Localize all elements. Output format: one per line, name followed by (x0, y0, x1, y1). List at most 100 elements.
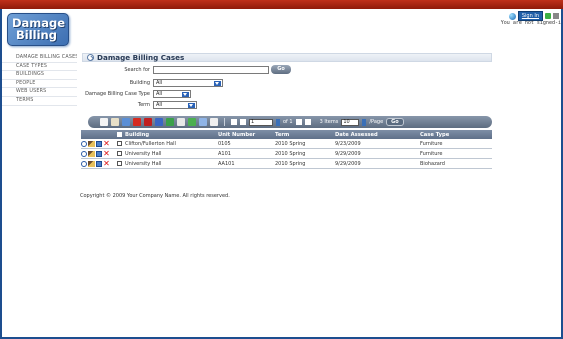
sidebar-item-damage-billing-cases[interactable]: DAMAGE BILLING CASES (2, 54, 77, 63)
header-unit[interactable]: Unit Number (218, 132, 275, 138)
chevron-down-icon (214, 81, 221, 86)
search-input[interactable] (153, 66, 269, 74)
row-building: Clifton/Fullerton Hall (125, 140, 176, 147)
previous-page-icon[interactable] (240, 119, 246, 125)
row-date: 9/23/2009 (335, 140, 361, 147)
row-checkbox[interactable] (117, 141, 122, 146)
delete-icon[interactable]: ✕ (103, 140, 110, 148)
row-checkbox[interactable] (117, 161, 122, 166)
row-type: Biohazard (420, 160, 445, 167)
toolbar-actions (88, 118, 218, 126)
grid-toolbar: 1 of 1 3 Items 10 /Page Go (88, 116, 492, 128)
sidebar-item-people[interactable]: PEOPLE (2, 80, 77, 89)
row-unit: A101 (218, 150, 231, 157)
per-page-label: /Page (369, 119, 384, 125)
table-row: ✕ Clifton/Fullerton Hall 0105 2010 Sprin… (81, 139, 492, 149)
copy-record-icon[interactable] (122, 118, 130, 126)
row-actions: ✕ (81, 160, 117, 168)
search-label: Search for (124, 67, 150, 73)
view-icon[interactable] (81, 160, 87, 167)
pager-go-button[interactable]: Go (386, 118, 404, 126)
import-icon[interactable] (188, 118, 196, 126)
row-building-cell: University Hall (117, 151, 218, 157)
pager: 1 of 1 3 Items 10 /Page Go (231, 118, 404, 126)
new-record-icon[interactable] (100, 118, 108, 126)
excel-export-icon[interactable] (166, 118, 174, 126)
chevron-down-icon (182, 92, 189, 97)
case-type-label: Damage Billing Case Type (85, 91, 150, 97)
header-type[interactable]: Case Type (420, 132, 492, 138)
last-page-icon[interactable] (304, 119, 311, 125)
edit-icon[interactable] (88, 140, 95, 147)
edit-icon[interactable] (88, 150, 95, 157)
lock-icon (553, 13, 559, 19)
term-select-value: All (156, 102, 163, 108)
term-select[interactable]: All (153, 101, 197, 109)
first-page-icon[interactable] (231, 119, 237, 125)
view-icon[interactable] (81, 140, 87, 147)
top-banner (0, 0, 563, 9)
copy-icon[interactable] (96, 150, 102, 157)
row-term: 2010 Spring (275, 160, 306, 167)
header-building-cell: Building (117, 132, 218, 138)
edit-icon[interactable] (88, 160, 95, 167)
building-select[interactable]: All (153, 79, 223, 87)
edit-record-icon[interactable] (111, 118, 119, 126)
row-type: Furniture (420, 140, 443, 147)
copy-icon[interactable] (96, 140, 102, 147)
refresh-icon[interactable] (199, 118, 207, 126)
app-logo: Damage Billing (7, 13, 69, 46)
row-building: University Hall (125, 160, 162, 167)
header-date[interactable]: Date Assessed (335, 132, 420, 138)
main-content: Damage Billing Cases (82, 53, 492, 62)
case-type-select-value: All (156, 91, 163, 97)
building-select-value: All (156, 80, 163, 86)
sidebar-item-terms[interactable]: TERMS (2, 97, 77, 106)
table-header: Building Unit Number Term Date Assessed … (81, 130, 492, 139)
header-building[interactable]: Building (125, 132, 149, 138)
copy-icon[interactable] (96, 160, 102, 167)
logo-line-2: Billing (16, 28, 57, 42)
sidebar-item-buildings[interactable]: BUILDINGS (2, 71, 77, 80)
print-icon[interactable] (177, 118, 185, 126)
next-page-icon[interactable] (295, 119, 302, 125)
pdf-export-icon[interactable] (144, 118, 152, 126)
case-type-filter-row: Damage Billing Case Type All (82, 90, 191, 98)
collapse-icon[interactable] (87, 54, 94, 61)
page-size-input[interactable]: 10 (341, 118, 360, 126)
page-title: Damage Billing Cases (97, 53, 185, 62)
cases-table: Building Unit Number Term Date Assessed … (81, 130, 492, 169)
item-count-label: 3 Items (319, 119, 339, 125)
search-go-button[interactable]: Go (271, 65, 291, 74)
sidebar-item-web-users[interactable]: WEB USERS (2, 88, 77, 97)
page-size-spinner[interactable] (362, 118, 367, 126)
sidebar-item-case-types[interactable]: CASE TYPES (2, 63, 77, 72)
row-actions: ✕ (81, 140, 117, 148)
reset-filter-icon[interactable] (210, 118, 218, 126)
header-term[interactable]: Term (275, 132, 335, 138)
table-row: ✕ University Hall A101 2010 Spring 9/29/… (81, 149, 492, 159)
copyright-notice: Copyright © 2009 Your Company Name. All … (80, 193, 230, 199)
row-building-cell: University Hall (117, 161, 218, 167)
signed-status-text: You are not signed-i (500, 20, 561, 26)
page-number-input[interactable]: 1 (249, 118, 273, 126)
delete-icon[interactable]: ✕ (103, 160, 110, 168)
page-spinner[interactable] (276, 118, 280, 126)
page-title-bar: Damage Billing Cases (82, 53, 492, 62)
row-building-cell: Clifton/Fullerton Hall (117, 141, 218, 147)
row-type: Furniture (420, 150, 443, 157)
select-all-checkbox[interactable] (117, 132, 122, 137)
row-date: 9/29/2009 (335, 160, 361, 167)
delete-record-icon[interactable] (133, 118, 141, 126)
table-row: ✕ University Hall AA101 2010 Spring 9/29… (81, 159, 492, 169)
row-term: 2010 Spring (275, 140, 306, 147)
case-type-select[interactable]: All (153, 90, 191, 98)
word-export-icon[interactable] (155, 118, 163, 126)
row-checkbox[interactable] (117, 151, 122, 156)
row-building: University Hall (125, 150, 162, 157)
favorites-icon[interactable] (545, 13, 551, 19)
row-unit: AA101 (218, 160, 235, 167)
view-icon[interactable] (81, 150, 87, 157)
delete-icon[interactable]: ✕ (103, 150, 110, 158)
page-of-label: of 1 (283, 119, 293, 125)
